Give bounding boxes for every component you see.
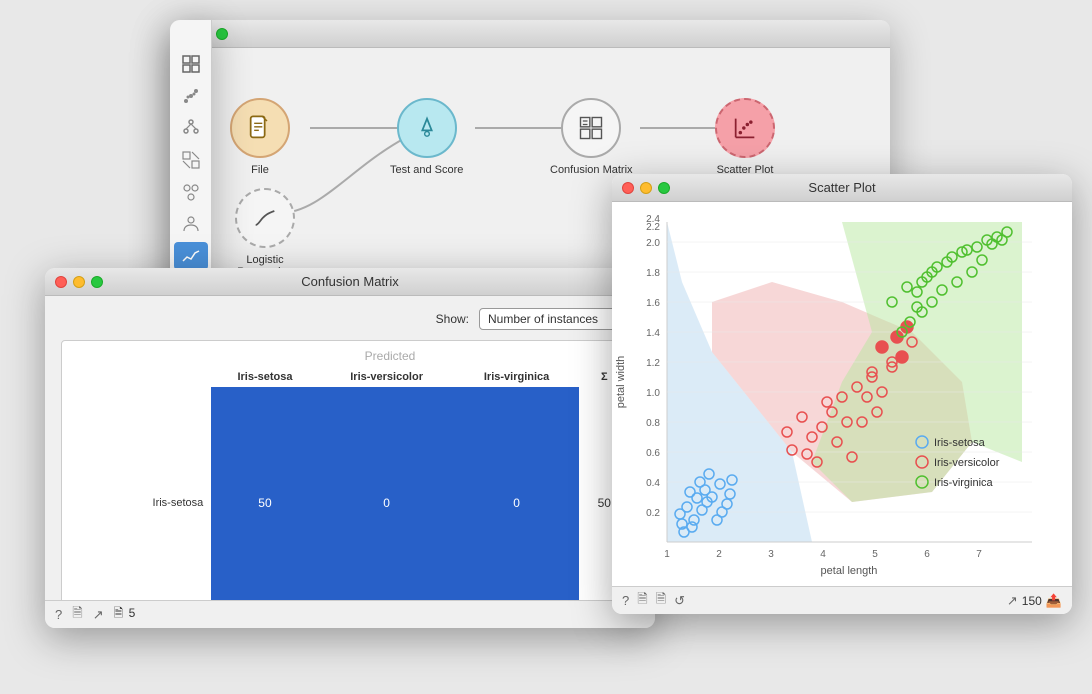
sp-footer-copy-icon[interactable]: 🗎: [637, 590, 647, 612]
cm-show-label: Show:: [436, 312, 469, 326]
sidebar-item-datatable[interactable]: [174, 50, 208, 78]
cm-content: Show: Number of instances Proportion of …: [45, 296, 655, 628]
svg-text:1.6: 1.6: [646, 298, 660, 309]
sidebar-item-clusters[interactable]: [174, 178, 208, 206]
maximize-button[interactable]: [216, 28, 228, 40]
cm-footer-arrow-icon[interactable]: ↗: [93, 607, 104, 623]
sp-footer: ? 🗎 🗎 ↺ ↗ 150 📤: [612, 586, 1072, 614]
sp-close-button[interactable]: [622, 182, 634, 194]
node-file-label: File: [251, 164, 269, 176]
predicted-header: Predicted: [150, 349, 630, 363]
sidebar-item-matrix[interactable]: [174, 146, 208, 174]
sp-footer-refresh-icon[interactable]: ↺: [674, 593, 685, 609]
cm-footer-help-icon[interactable]: ?: [55, 607, 62, 622]
sp-maximize-button[interactable]: [658, 182, 670, 194]
sp-minimize-button[interactable]: [640, 182, 652, 194]
cm-footer: ? 🗎 ↗ 🗎 5: [45, 600, 655, 628]
svg-text:6: 6: [924, 549, 930, 560]
sp-footer-help-icon[interactable]: ?: [622, 593, 629, 608]
scatter-plot-window: Scatter Plot 0.2 0.4: [612, 174, 1072, 614]
svg-text:0.4: 0.4: [646, 478, 660, 489]
cm-footer-count: 🗎 5: [114, 604, 136, 625]
svg-text:0.2: 0.2: [646, 508, 660, 519]
sp-titlebar: Scatter Plot: [612, 174, 1072, 202]
node-testandscore[interactable]: Test and Score: [390, 98, 463, 176]
sidebar-item-person[interactable]: [174, 210, 208, 238]
svg-text:1: 1: [664, 549, 670, 560]
svg-text:1.8: 1.8: [646, 268, 660, 279]
row-label-setosa: Iris-setosa: [84, 387, 211, 618]
svg-text:0.8: 0.8: [646, 418, 660, 429]
sp-footer-count: 150: [1022, 594, 1042, 608]
sp-title: Scatter Plot: [808, 180, 875, 195]
svg-text:2.4: 2.4: [646, 214, 660, 225]
scatter-chart-svg: 0.2 0.4 0.6 0.8 1.0 1.2 1.4 1.6 1.8 2.0 …: [612, 202, 1072, 586]
sp-footer-out-icon[interactable]: 📤: [1046, 593, 1062, 609]
matrix-container: Predicted Iris-setosa Iris-versicolor Ir…: [61, 340, 639, 628]
svg-text:Iris-versicolor: Iris-versicolor: [934, 457, 1000, 469]
matrix-table: Iris-setosa Iris-versicolor Iris-virgini…: [70, 367, 630, 628]
node-file[interactable]: File: [230, 98, 290, 176]
cell-setosa-virginica[interactable]: 0: [455, 387, 579, 618]
sp-footer-save-icon[interactable]: 🗎: [656, 590, 666, 612]
cm-footer-info-icon[interactable]: 🗎: [72, 604, 82, 626]
actual-label: Actual: [70, 387, 82, 628]
sidebar-item-linechart[interactable]: [174, 242, 208, 270]
cm-footer-file-icon: 🗎: [114, 606, 124, 620]
node-testandscore-label: Test and Score: [390, 164, 463, 176]
cm-titlebar: Confusion Matrix: [45, 268, 655, 296]
cm-maximize-button[interactable]: [91, 276, 103, 288]
sidebar-item-tree[interactable]: [174, 114, 208, 142]
confusion-matrix-window: Confusion Matrix Show: Number of instanc…: [45, 268, 655, 628]
col-header-setosa: Iris-setosa: [211, 367, 318, 387]
svg-text:7: 7: [976, 549, 982, 560]
sp-footer-arrow-icon[interactable]: ↗: [1007, 593, 1018, 609]
col-header-versicolor: Iris-versicolor: [319, 367, 455, 387]
svg-text:0.6: 0.6: [646, 448, 660, 459]
svg-text:5: 5: [872, 549, 878, 560]
svg-text:4: 4: [820, 549, 826, 560]
y-axis-label: petal width: [615, 356, 627, 409]
node-logistic[interactable]: Logistic Regression: [220, 188, 310, 278]
cm-footer-count-value: 5: [129, 606, 136, 620]
x-axis-label: petal length: [821, 565, 878, 577]
cm-title: Confusion Matrix: [301, 274, 399, 289]
svg-text:1.4: 1.4: [646, 328, 660, 339]
svg-text:Iris-virginica: Iris-virginica: [934, 477, 994, 489]
svg-text:Iris-setosa: Iris-setosa: [934, 437, 986, 449]
node-scatter[interactable]: Scatter Plot: [715, 98, 775, 176]
sp-chart-content: 0.2 0.4 0.6 0.8 1.0 1.2 1.4 1.6 1.8 2.0 …: [612, 202, 1072, 586]
svg-text:3: 3: [768, 549, 774, 560]
col-header-virginica: Iris-virginica: [455, 367, 579, 387]
table-row: Actual Iris-setosa 50 0 0 50: [70, 387, 630, 618]
cell-setosa-versicolor[interactable]: 0: [319, 387, 455, 618]
svg-text:1.0: 1.0: [646, 388, 660, 399]
workflow-titlebar: [170, 20, 890, 48]
cm-close-button[interactable]: [55, 276, 67, 288]
svg-text:1.2: 1.2: [646, 358, 660, 369]
svg-text:2.0: 2.0: [646, 238, 660, 249]
svg-text:2: 2: [716, 549, 722, 560]
cell-setosa-setosa[interactable]: 50: [211, 387, 318, 618]
cm-show-row: Show: Number of instances Proportion of …: [61, 308, 639, 330]
sidebar-item-scatter[interactable]: [174, 82, 208, 110]
cm-minimize-button[interactable]: [73, 276, 85, 288]
node-confmatrix[interactable]: Confusion Matrix: [550, 98, 633, 176]
